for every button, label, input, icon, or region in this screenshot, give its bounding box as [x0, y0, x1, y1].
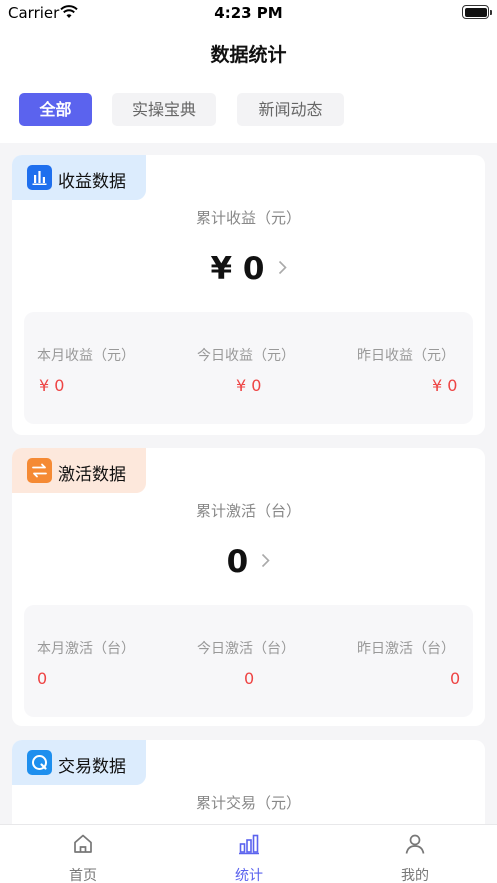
income-today: 今日收益（元） ¥ 0: [174, 312, 323, 424]
activation-total-value: 0: [226, 544, 249, 580]
income-month-label: 本月收益（元）: [37, 348, 135, 364]
activation-today: 今日激活（台） 0: [174, 605, 323, 717]
income-month: 本月收益（元） ¥ 0: [24, 312, 173, 424]
tab-news[interactable]: 新闻动态: [237, 93, 344, 126]
activation-month-value: 0: [37, 669, 48, 688]
bottom-tab-bar: 首页 统计 我的: [0, 824, 497, 883]
activation-breakdown: 本月激活（台） 0 今日激活（台） 0 昨日激活（台） 0: [24, 605, 473, 717]
home-icon: [74, 834, 92, 853]
income-total-label: 累计收益（元）: [195, 209, 301, 227]
tab-bar-home[interactable]: 首页: [0, 825, 166, 883]
activation-card-title: 激活数据: [58, 465, 126, 485]
income-card-header: 收益数据: [12, 155, 146, 200]
chevron-right-icon: [278, 260, 287, 274]
activation-month: 本月激活（台） 0: [24, 605, 173, 717]
income-total-value: ¥ 0: [210, 251, 265, 287]
activation-card-header: 激活数据: [12, 448, 146, 493]
nav-bar: 数据统计: [0, 26, 497, 80]
transaction-total-label: 累计交易（元）: [195, 794, 301, 812]
swap-arrows-icon: [27, 458, 52, 483]
activation-yesterday-value: 0: [450, 669, 461, 688]
activation-card: 激活数据 累计激活（台） 0 本月激活（台） 0 今日激活（台） 0 昨日激活（…: [12, 448, 485, 726]
battery-icon: [462, 5, 492, 19]
income-today-label: 今日收益（元）: [197, 348, 295, 364]
activation-today-value: 0: [244, 669, 255, 688]
income-yesterday: 昨日收益（元） ¥ 0: [324, 312, 473, 424]
transaction-card-header: 交易数据: [12, 740, 146, 785]
income-today-value: ¥ 0: [236, 376, 262, 395]
stats-icon: [239, 834, 259, 855]
income-card: 收益数据 累计收益（元） ¥ 0 本月收益（元） ¥ 0 今日收益（元） ¥ 0…: [12, 155, 485, 435]
income-yesterday-value: ¥ 0: [432, 376, 458, 395]
activation-yesterday: 昨日激活（台） 0: [324, 605, 473, 717]
tab-all[interactable]: 全部: [19, 93, 92, 126]
status-time: 4:23 PM: [214, 4, 283, 22]
income-breakdown: 本月收益（元） ¥ 0 今日收益（元） ¥ 0 昨日收益（元） ¥ 0: [24, 312, 473, 424]
q-circle-icon: [27, 750, 52, 775]
income-card-title: 收益数据: [58, 172, 126, 192]
tab-bar-stats-label: 统计: [235, 868, 263, 883]
tab-practice-guide[interactable]: 实操宝典: [112, 93, 216, 126]
activation-today-label: 今日激活（台）: [197, 641, 295, 657]
transaction-card-title: 交易数据: [58, 757, 126, 777]
activation-month-label: 本月激活（台）: [37, 641, 135, 657]
activation-total-link[interactable]: 0: [12, 544, 485, 584]
activation-yesterday-label: 昨日激活（台）: [357, 641, 455, 657]
income-yesterday-label: 昨日收益（元）: [357, 348, 455, 364]
page-title: 数据统计: [210, 44, 287, 66]
tab-bar-profile-label: 我的: [401, 868, 429, 883]
tab-bar-profile[interactable]: 我的: [332, 825, 497, 883]
transaction-card: 交易数据 累计交易（元）: [12, 740, 485, 830]
bar-chart-icon: [27, 165, 52, 190]
category-tabs: 全部 实操宝典 新闻动态: [0, 80, 497, 143]
person-icon: [405, 834, 425, 854]
income-month-value: ¥ 0: [39, 376, 65, 395]
chevron-right-icon: [262, 553, 270, 567]
status-bar: Carrier 4:23 PM: [0, 0, 497, 26]
activation-total-label: 累计激活（台）: [195, 502, 301, 520]
income-total-link[interactable]: ¥ 0: [12, 251, 485, 291]
tab-bar-stats[interactable]: 统计: [166, 825, 332, 883]
tab-bar-home-label: 首页: [69, 868, 97, 883]
